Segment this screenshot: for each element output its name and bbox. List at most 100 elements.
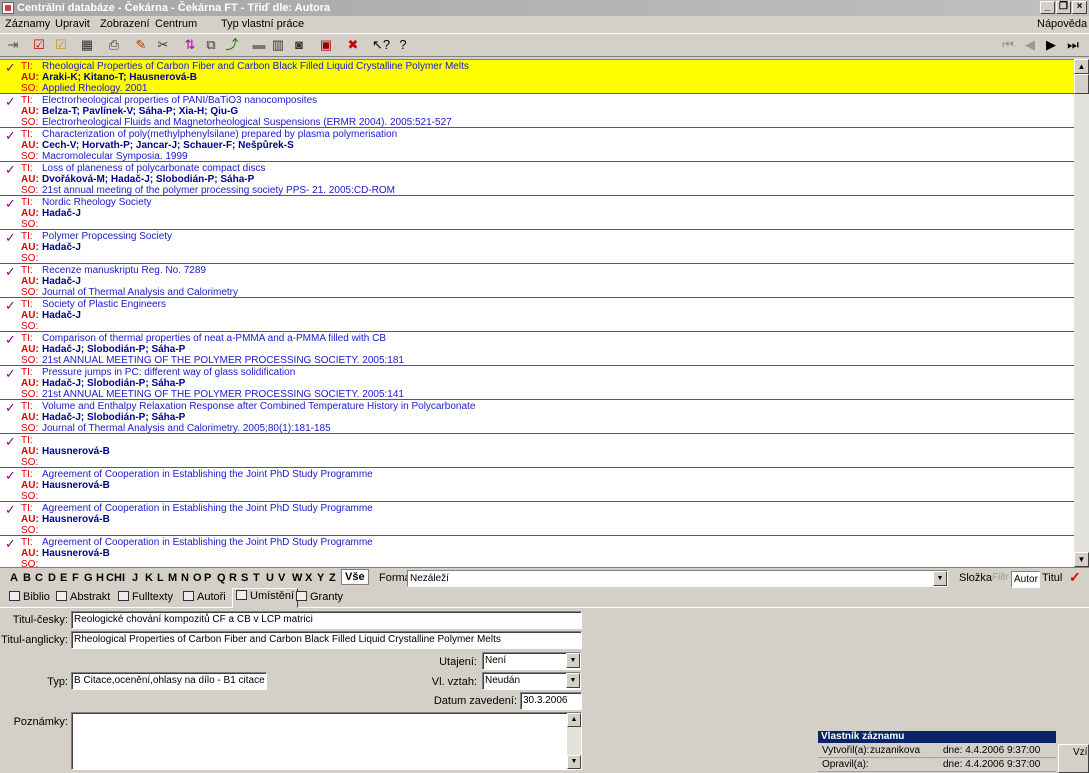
checkmark-icon[interactable]: ✓ [5,333,16,346]
cut-icon[interactable]: ✂ [155,37,171,53]
checkmark-icon[interactable]: ✓ [5,163,16,176]
letter-o-button[interactable]: O [193,572,202,584]
tab-granty[interactable]: Granty [293,590,346,607]
checkmark-icon[interactable]: ✓ [5,299,16,312]
letter-u-button[interactable]: U [266,572,274,584]
letter-q-button[interactable]: Q [217,572,226,584]
previous-record-icon[interactable]: ◀ [1022,37,1038,53]
exit-icon[interactable]: ⇥ [5,37,21,53]
record-row[interactable]: ✓ TI: AU: Hausnerová-B SO: [0,434,1074,468]
export-icon[interactable]: ⤴ [224,37,240,53]
checkmark-icon[interactable]: ✓ [5,95,16,108]
books-icon[interactable]: ▥ [270,37,286,53]
checkmark-icon[interactable]: ✓ [5,197,16,210]
letter-i-button[interactable]: I [122,572,125,584]
titul-anglicky-field[interactable]: Rheological Properties of Carbon Fiber a… [71,631,582,649]
record-row[interactable]: ✓ TI: Agreement of Cooperation in Establis… [0,502,1074,536]
menu-zaznamy[interactable]: Záznamy [5,18,50,30]
record-row[interactable]: ✓ TI: Volume and Enthalpy Relaxation Respo… [0,400,1074,434]
utajeni-select[interactable]: Není ▼ [482,652,581,670]
check-all-icon[interactable]: ☑ [53,37,69,53]
titul-cesky-field[interactable]: Reologické chování kompozitů CF a CB v L… [71,611,582,629]
next-record-icon[interactable]: ▶ [1043,37,1059,53]
help-icon[interactable]: ? [395,37,411,53]
autor-sort-button[interactable]: Autor [1011,571,1040,588]
record-row[interactable]: ✓ TI: Recenze manuskriptu Reg. No. 7289 AU:… [0,264,1074,298]
letter-j-button[interactable]: J [132,572,138,584]
letter-f-button[interactable]: F [72,572,79,584]
checkmark-icon[interactable]: ✓ [5,401,16,414]
database-icon[interactable]: ◙ [291,37,307,53]
letter-l-button[interactable]: L [157,572,164,584]
delete-icon[interactable]: ✖ [345,37,361,53]
checkmark-icon[interactable]: ✓ [5,537,16,550]
record-row[interactable]: ✓ TI: Nordic Rheology Society AU: Hadač-J SO: [0,196,1074,230]
letter-ch-button[interactable]: CH [106,572,122,584]
list-scrollbar[interactable]: ▲ ▼ [1074,59,1089,567]
letter-t-button[interactable]: T [253,572,260,584]
letter-y-button[interactable]: Y [317,572,324,584]
menu-upravit[interactable]: Upravit [55,18,90,30]
letter-g-button[interactable]: G [84,572,93,584]
letter-a-button[interactable]: A [10,572,18,584]
letter-k-button[interactable]: K [145,572,153,584]
folder-icon[interactable]: ▬ [251,37,267,53]
titul-sort-button[interactable]: Titul [1042,572,1062,584]
checkmark-icon[interactable]: ✓ [5,503,16,516]
scroll-down-button[interactable]: ▼ [567,755,581,769]
letter-d-button[interactable]: D [48,572,56,584]
minimize-button[interactable]: _ [1040,1,1055,14]
group-icon[interactable]: ▦ [79,37,95,53]
letter-x-button[interactable]: X [305,572,312,584]
menu-typ-vlastni-prace[interactable]: Typ vlastní práce [221,18,304,30]
checkmark-icon[interactable]: ✓ [5,435,16,448]
typ-field[interactable]: B Citace,ocenění,ohlasy na dílo - B1 cit… [71,672,267,690]
tab-autoři[interactable]: Autoři [180,590,229,607]
checkmark-icon[interactable]: ✓ [5,265,16,278]
record-row[interactable]: ✓ TI: Characterization of poly(methylpheny… [0,128,1074,162]
letter-e-button[interactable]: E [60,572,67,584]
checkmark-icon[interactable]: ✓ [1069,569,1081,586]
letter-p-button[interactable]: P [204,572,211,584]
vztah-select[interactable]: Neudán ▼ [482,672,581,690]
record-row[interactable]: ✓ TI: Electrorheological properties of PAN… [0,94,1074,128]
tab-biblio[interactable]: Biblio [6,590,53,607]
copy-icon[interactable]: ⧉ [203,37,219,53]
record-row[interactable]: ✓ TI: Agreement of Cooperation in Establis… [0,536,1074,567]
letter-c-button[interactable]: C [35,572,43,584]
letter-m-button[interactable]: M [168,572,177,584]
first-record-icon[interactable]: ⏮ [1000,37,1016,53]
menu-zobrazeni[interactable]: Zobrazení [100,18,150,30]
tab-abstrakt[interactable]: Abstrakt [53,590,113,607]
record-row[interactable]: ✓ TI: Polymer Propcessing Society AU: Hadač-… [0,230,1074,264]
letter-b-button[interactable]: B [23,572,31,584]
letter-all-button[interactable]: Vše [341,569,369,585]
letter-w-button[interactable]: W [292,572,302,584]
record-row[interactable]: ✓ TI: Rheological Properties of Carbon Fib… [0,60,1074,94]
checkmark-icon[interactable]: ✓ [5,129,16,142]
letter-v-button[interactable]: V [278,572,285,584]
check-record-icon[interactable]: ☑ [31,37,47,53]
letter-n-button[interactable]: N [181,572,189,584]
checkmark-icon[interactable]: ✓ [5,469,16,482]
record-row[interactable]: ✓ TI: Comparison of thermal properties of … [0,332,1074,366]
checkmark-icon[interactable]: ✓ [5,231,16,244]
stop-icon[interactable]: ▣ [318,37,334,53]
tab-fulltexty[interactable]: Fulltexty [115,590,176,607]
restore-button[interactable]: ❐ [1056,1,1071,14]
record-row[interactable]: ✓ TI: Pressure jumps in PC: different way … [0,366,1074,400]
poznamky-scrollbar[interactable]: ▲ ▼ [567,713,581,769]
dropdown-arrow-icon[interactable]: ▼ [933,571,947,586]
scroll-down-button[interactable]: ▼ [1074,552,1089,567]
scroll-up-button[interactable]: ▲ [567,713,581,727]
record-row[interactable]: ✓ TI: Loss of planeness of polycarbonate c… [0,162,1074,196]
letter-h-button[interactable]: H [96,572,104,584]
checkmark-icon[interactable]: ✓ [5,367,16,380]
poznamky-textarea[interactable]: ▲ ▼ [71,712,582,770]
pencil-icon[interactable]: ✎ [133,37,149,53]
record-row[interactable]: ✓ TI: Agreement of Cooperation in Establis… [0,468,1074,502]
menu-napoveda[interactable]: Nápověda [1037,18,1087,30]
context-help-icon[interactable]: ↖? [372,37,390,53]
close-button[interactable]: × [1072,1,1087,14]
dropdown-arrow-icon[interactable]: ▼ [566,653,580,668]
